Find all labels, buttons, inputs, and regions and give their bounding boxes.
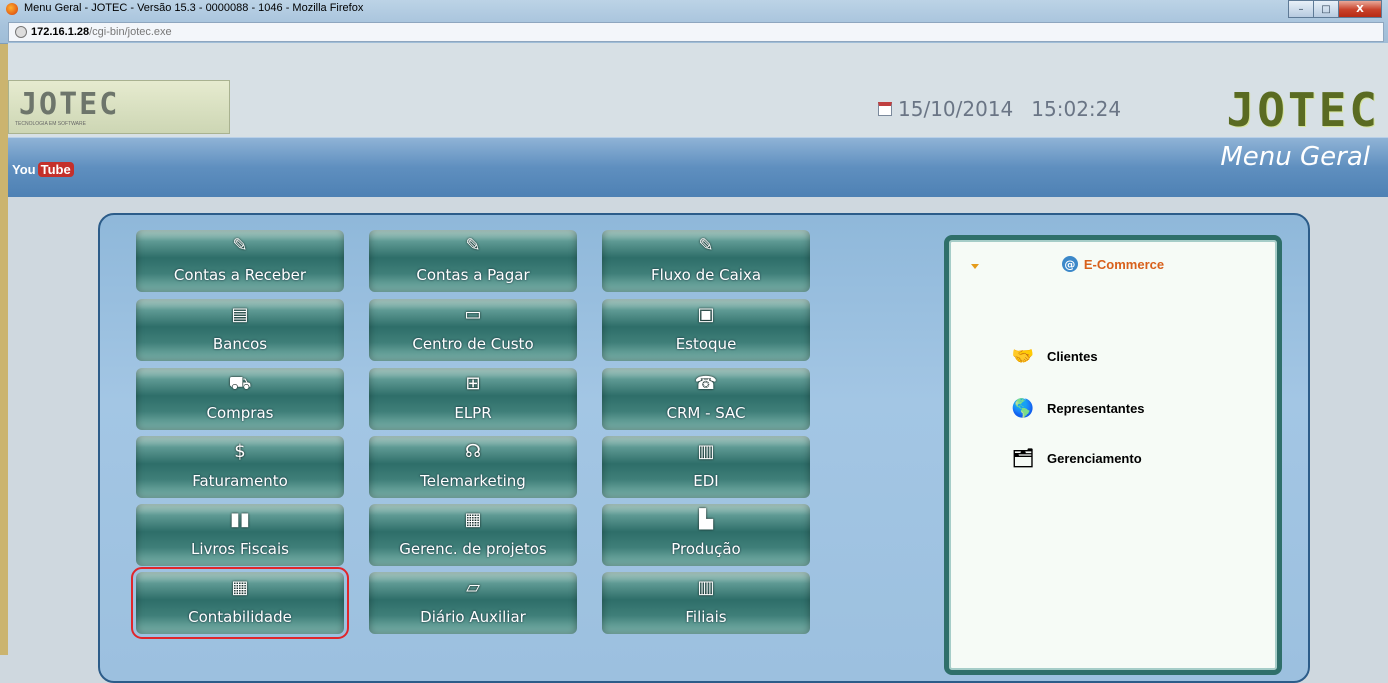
stacked-docs-icon: 🗂 (1011, 447, 1035, 468)
minimize-button[interactable]: – (1288, 0, 1314, 18)
module-tile-label: Contas a Receber (173, 266, 307, 284)
ecommerce-box: @ E-Commerce 🤝 Clientes 🌎 Representantes… (944, 235, 1282, 675)
module-tile-label: CRM - SAC (666, 404, 746, 422)
window-title: Menu Geral - JOTEC - Versão 15.3 - 00000… (24, 2, 364, 14)
company-logo: JOTEC TECNOLOGIA EM SOFTWARE (8, 80, 230, 134)
site-identity-icon[interactable] (15, 26, 27, 38)
module-tile-label: EDI (693, 472, 719, 490)
window-left-edge (0, 44, 8, 655)
module-tile-label: Estoque (675, 335, 737, 353)
youtube-link[interactable]: You Tube (12, 162, 74, 177)
headset-icon: ☊ (465, 441, 481, 462)
printer-tray-icon: ✎ (232, 235, 248, 256)
network-icon: ⊞ (465, 373, 481, 394)
page-title: Menu Geral (1220, 142, 1370, 172)
module-tile-label: Contas a Pagar (416, 266, 530, 284)
box-icon: ▣ (697, 304, 715, 325)
projects-icon: ▦ (464, 509, 482, 530)
firefox-icon (6, 3, 18, 15)
module-tile-label: Faturamento (192, 472, 288, 490)
module-tile-label: Produção (671, 540, 741, 558)
module-tile-label: Contabilidade (188, 608, 292, 626)
maximize-button[interactable]: □ (1313, 0, 1339, 18)
factory-icon: ▙ (699, 509, 713, 530)
module-tile-label: Fluxo de Caixa (650, 266, 762, 284)
module-tile-label: Livros Fiscais (191, 540, 289, 558)
phone-icon: ☎ (694, 373, 718, 394)
bank-icon: ▤ (231, 304, 249, 325)
date-time: 15/10/2014 15:02:24 (878, 97, 1121, 121)
module-tile-label: Telemarketing (420, 472, 526, 490)
calculator-icon: ▦ (231, 577, 249, 598)
ecommerce-item-clientes[interactable]: 🤝 Clientes (1009, 344, 1098, 368)
cart-icon: ⛟ (228, 373, 252, 394)
module-tile-telemarketing[interactable]: ☊ Telemarketing (369, 436, 577, 498)
window-titlebar: Menu Geral - JOTEC - Versão 15.3 - 00000… (0, 0, 1388, 44)
module-tile-elpr[interactable]: ⊞ ELPR (369, 368, 577, 430)
invoice-icon: $ (234, 441, 246, 462)
ecommerce-item-label: Clientes (1047, 348, 1098, 364)
handshake-icon: 🤝 (1011, 345, 1035, 366)
module-tile-crm-sac[interactable]: ☎ CRM - SAC (602, 368, 810, 430)
brand-logo: JOTEC (1226, 83, 1380, 137)
at-sign-icon: @ (1061, 256, 1078, 272)
globe-icon: 🌎 (1011, 397, 1035, 418)
calendar-icon (878, 102, 892, 116)
window-controls: – □ X (1288, 0, 1382, 18)
url-text[interactable]: 172.16.1.28/cgi-bin/jotec.exe (31, 26, 172, 38)
module-tile-centro-de-custo[interactable]: ▭ Centro de Custo (369, 299, 577, 361)
module-tile-bancos[interactable]: ▤ Bancos (136, 299, 344, 361)
module-tile-label: Diário Auxiliar (420, 608, 526, 626)
ecommerce-item-label: Representantes (1047, 400, 1145, 416)
url-host: 172.16.1.28 (31, 26, 90, 38)
module-tile-filiais[interactable]: ▥ Filiais (602, 572, 810, 634)
module-tile-label: Centro de Custo (412, 335, 534, 353)
title-band: You Tube Menu Geral (8, 137, 1388, 197)
current-time: 15:02:24 (1031, 97, 1122, 121)
module-tile-label: Bancos (212, 335, 268, 353)
module-tile-edi[interactable]: ▥ EDI (602, 436, 810, 498)
current-date: 15/10/2014 (898, 97, 1014, 121)
module-tile-label: Gerenc. de projetos (399, 540, 547, 558)
module-tile-contas-a-pagar[interactable]: ✎ Contas a Pagar (369, 230, 577, 292)
document-icon: ▥ (697, 441, 715, 462)
address-bar[interactable]: 172.16.1.28/cgi-bin/jotec.exe (8, 22, 1384, 42)
buildings-icon: ▥ (697, 577, 715, 598)
logo-subtitle: TECNOLOGIA EM SOFTWARE (15, 121, 86, 127)
logo-text: JOTEC (19, 87, 120, 122)
printer-tray-icon: ✎ (465, 235, 481, 256)
journal-icon: ▱ (466, 577, 480, 598)
ecommerce-header: @ E-Commerce (949, 256, 1277, 272)
youtube-you-text: You (12, 162, 36, 177)
youtube-tube-text: Tube (37, 162, 74, 177)
module-tile-label: Compras (206, 404, 274, 422)
module-tile-estoque[interactable]: ▣ Estoque (602, 299, 810, 361)
module-tile-diario-auxiliar[interactable]: ▱ Diário Auxiliar (369, 572, 577, 634)
module-tile-label: ELPR (454, 404, 492, 422)
app-header: JOTEC TECNOLOGIA EM SOFTWARE 15/10/2014 … (8, 43, 1388, 137)
module-tile-faturamento[interactable]: $ Faturamento (136, 436, 344, 498)
ecommerce-item-gerenciamento[interactable]: 🗂 Gerenciamento (1009, 446, 1142, 470)
module-tile-livros-fiscais[interactable]: ▮▮ Livros Fiscais (136, 504, 344, 566)
printer-tray-icon: ✎ (698, 235, 714, 256)
books-icon: ▮▮ (230, 509, 250, 530)
module-tile-gerenc-de-projetos[interactable]: ▦ Gerenc. de projetos (369, 504, 577, 566)
module-tile-label: Filiais (685, 608, 727, 626)
ecommerce-title: E-Commerce (1083, 256, 1165, 272)
close-button[interactable]: X (1338, 0, 1382, 18)
ecommerce-item-representantes[interactable]: 🌎 Representantes (1009, 396, 1145, 420)
module-tile-producao[interactable]: ▙ Produção (602, 504, 810, 566)
module-tile-contas-a-receber[interactable]: ✎ Contas a Receber (136, 230, 344, 292)
folder-icon: ▭ (464, 304, 482, 325)
module-tile-fluxo-de-caixa[interactable]: ✎ Fluxo de Caixa (602, 230, 810, 292)
module-tile-compras[interactable]: ⛟ Compras (136, 368, 344, 430)
url-path: /cgi-bin/jotec.exe (89, 26, 172, 38)
ecommerce-item-label: Gerenciamento (1047, 450, 1142, 466)
module-tile-contabilidade[interactable]: ▦ Contabilidade (131, 567, 349, 639)
